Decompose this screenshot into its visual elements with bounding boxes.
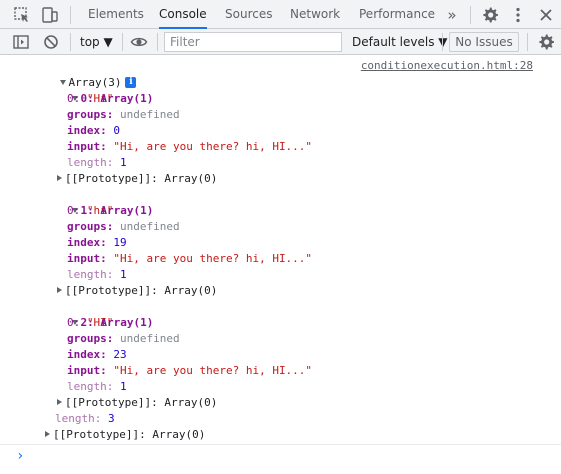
prop-value: 0 [113, 124, 120, 137]
prop-row: 0: "hi" [67, 203, 113, 219]
collapse-triangle-icon[interactable] [57, 175, 62, 181]
kebab-menu-icon[interactable] [509, 6, 527, 24]
collapse-triangle-icon[interactable] [45, 431, 50, 437]
prop-row: 0: "HI" [67, 315, 113, 331]
prototype-label: [[Prototype]]: Array(0) [65, 396, 218, 409]
prompt-divider [0, 444, 561, 445]
prop-row: index: 19 [67, 235, 127, 251]
prop-row: groups: undefined [67, 219, 180, 235]
more-tabs-button[interactable]: » [443, 6, 461, 24]
prop-row: groups: undefined [67, 331, 180, 347]
devtools-tab-bar: Elements Console Sources Network Perform… [0, 0, 561, 29]
prototype-label: [[Prototype]]: Array(0) [65, 172, 218, 185]
collapse-triangle-icon[interactable] [57, 287, 62, 293]
tab-console[interactable]: Console [159, 0, 207, 29]
array-item-row[interactable]: 2: Array(1) [45, 299, 153, 329]
prop-key: index: [67, 348, 107, 361]
prop-key: length: [67, 268, 114, 281]
device-toolbar-icon[interactable] [41, 6, 59, 24]
prop-value: 1 [119, 268, 127, 281]
prop-row: length: 3 [55, 411, 115, 427]
prop-value: 1 [119, 156, 127, 169]
prototype-row[interactable]: [[Prototype]]: Array(0) [57, 283, 217, 299]
prop-key: input: [67, 364, 107, 377]
prop-value: undefined [119, 108, 180, 121]
tab-sources[interactable]: Sources [225, 0, 272, 29]
toolbar-divider [442, 33, 443, 51]
prototype-label: [[Prototype]]: Array(0) [65, 284, 218, 297]
prop-row: length: 1 [67, 267, 127, 283]
array-item-row[interactable]: 0: Array(1) [45, 75, 153, 105]
toolbar-divider [527, 33, 528, 51]
tab-performance[interactable]: Performance [359, 0, 435, 29]
gear-icon[interactable] [481, 6, 499, 24]
collapse-triangle-icon[interactable] [57, 399, 62, 405]
prop-row: length: 1 [67, 155, 127, 171]
prop-value: "hi" [86, 204, 114, 217]
console-settings-gear-icon[interactable] [537, 33, 555, 51]
eye-icon[interactable] [130, 33, 148, 51]
close-icon[interactable] [537, 6, 555, 24]
prop-key: 0: [67, 92, 81, 105]
prototype-row[interactable]: [[Prototype]]: Array(0) [57, 395, 217, 411]
prop-row: length: 1 [67, 379, 127, 395]
prop-value: undefined [119, 332, 180, 345]
prop-key: length: [55, 412, 102, 425]
prop-value: 1 [119, 380, 127, 393]
console-toolbar: top ▼ Filter Default levels ▼ No Issues [0, 29, 561, 55]
prop-row: input: "Hi, are you there? hi, HI..." [67, 363, 312, 379]
toolbar-divider [122, 33, 123, 51]
prop-key: groups: [67, 108, 114, 121]
prototype-label: [[Prototype]]: Array(0) [53, 428, 206, 441]
prop-value: 23 [113, 348, 127, 361]
prop-row: groups: undefined [67, 107, 180, 123]
array-root-row[interactable]: Array(3) i [33, 59, 137, 89]
prop-value: undefined [119, 220, 180, 233]
prop-key: input: [67, 252, 107, 265]
prop-row: index: 0 [67, 123, 120, 139]
clear-console-icon[interactable] [42, 33, 60, 51]
context-selector[interactable]: top ▼ [80, 29, 113, 55]
tab-elements[interactable]: Elements [88, 0, 144, 29]
toolbar-divider [70, 33, 71, 51]
prop-value: 19 [113, 236, 127, 249]
toolbar-divider [70, 6, 71, 24]
array-item-row[interactable]: 1: Array(1) [45, 187, 153, 217]
prop-key: length: [67, 380, 114, 393]
toolbar-divider [157, 33, 158, 51]
inspect-element-icon[interactable] [13, 6, 31, 24]
prop-key: index: [67, 124, 107, 137]
prop-row: input: "Hi, are you there? hi, HI..." [67, 139, 312, 155]
console-output: conditionexecution.html:28 Array(3) i 0: … [0, 56, 561, 444]
prop-key: 0: [67, 204, 81, 217]
prop-value: "HI" [86, 316, 114, 329]
filter-input[interactable]: Filter [164, 32, 342, 52]
prop-row: 0: "Hi" [67, 91, 113, 107]
issues-button[interactable]: No Issues [449, 32, 519, 52]
prop-row: index: 23 [67, 347, 127, 363]
console-prompt[interactable]: › [16, 448, 24, 464]
prototype-row[interactable]: [[Prototype]]: Array(0) [45, 427, 205, 443]
prop-key: input: [67, 140, 107, 153]
source-link[interactable]: conditionexecution.html:28 [361, 59, 533, 72]
prop-value: "Hi" [86, 92, 114, 105]
sidebar-toggle-icon[interactable] [12, 33, 30, 51]
prop-key: index: [67, 236, 107, 249]
prop-key: length: [67, 156, 114, 169]
prop-key: groups: [67, 332, 114, 345]
prop-value: "Hi, are you there? hi, HI..." [113, 252, 313, 265]
toolbar-divider [470, 6, 471, 24]
prop-value: "Hi, are you there? hi, HI..." [113, 140, 313, 153]
prop-key: groups: [67, 220, 114, 233]
prop-value: "Hi, are you there? hi, HI..." [113, 364, 313, 377]
prototype-row[interactable]: [[Prototype]]: Array(0) [57, 171, 217, 187]
prop-value: 3 [107, 412, 115, 425]
prop-row: input: "Hi, are you there? hi, HI..." [67, 251, 312, 267]
log-levels-dropdown[interactable]: Default levels ▼ [352, 29, 448, 55]
tab-network[interactable]: Network [290, 0, 340, 29]
prop-key: 0: [67, 316, 81, 329]
